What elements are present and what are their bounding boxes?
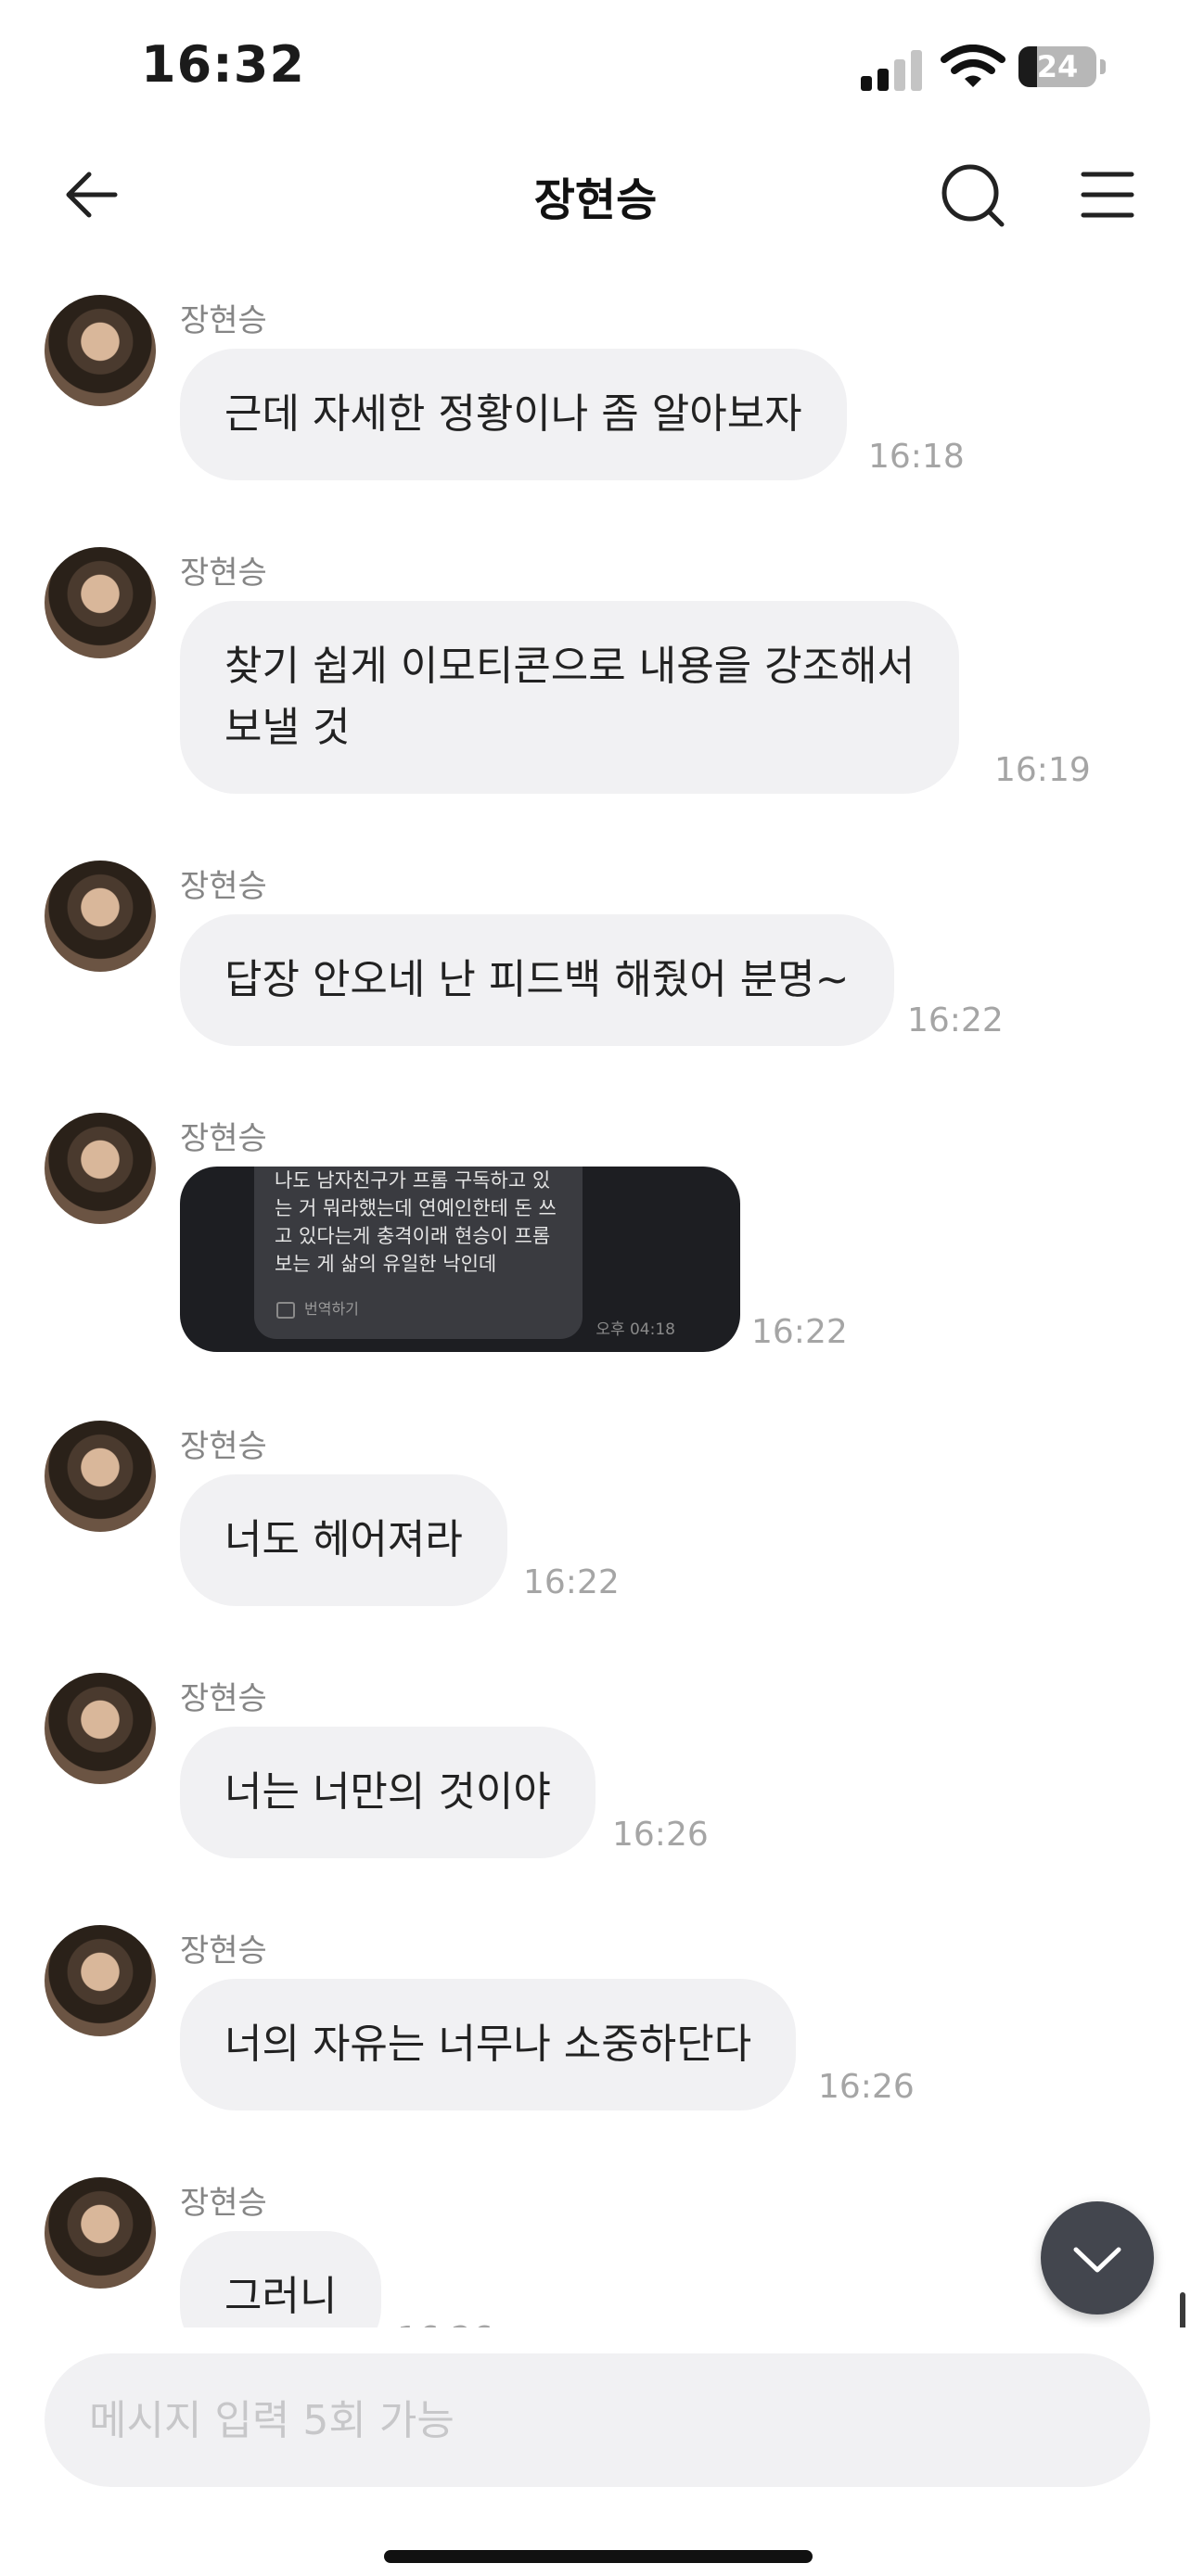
sender-name: 장현승 bbox=[180, 302, 267, 339]
battery-percent: 24 bbox=[1036, 49, 1079, 84]
message-time: 16:22 bbox=[751, 1313, 848, 1351]
image-message[interactable]: 나도 남자친구가 프롬 구독하고 있 는 거 뭐라했는데 연예인한테 돈 쓰 고… bbox=[180, 1167, 740, 1352]
avatar[interactable] bbox=[45, 1113, 156, 1224]
message-time: 16:22 bbox=[907, 1001, 1004, 1039]
message-time: 16:26 bbox=[612, 1816, 709, 1854]
translate-text: 번역하기 bbox=[304, 1300, 359, 1318]
input-area bbox=[0, 2327, 1191, 2576]
scroll-down-button[interactable] bbox=[1041, 2201, 1154, 2315]
avatar[interactable] bbox=[45, 547, 156, 658]
message-bubble[interactable]: 근데 자세한 정황이나 좀 알아보자 bbox=[180, 349, 847, 480]
message-bubble[interactable]: 답장 안오네 난 피드백 해줬어 분명~ bbox=[180, 914, 894, 1046]
message-bubble[interactable]: 너도 헤어져라 bbox=[180, 1474, 507, 1606]
status-time: 16:32 bbox=[141, 35, 305, 94]
screenshot-time: 오후 04:18 bbox=[596, 1320, 675, 1339]
message-time: 16:18 bbox=[868, 438, 965, 476]
message-time: 16:22 bbox=[523, 1563, 620, 1601]
sender-name: 장현승 bbox=[180, 868, 267, 905]
screenshot-bubble: 나도 남자친구가 프롬 구독하고 있 는 거 뭐라했는데 연예인한테 돈 쓰 고… bbox=[254, 1167, 583, 1339]
search-button[interactable] bbox=[935, 158, 1009, 232]
chevron-down-icon bbox=[1073, 2247, 1121, 2273]
message-input[interactable] bbox=[45, 2353, 1150, 2487]
message-time: 16:26 bbox=[818, 2068, 915, 2106]
avatar[interactable] bbox=[45, 2177, 156, 2289]
sender-name: 장현승 bbox=[180, 555, 267, 592]
avatar[interactable] bbox=[45, 295, 156, 406]
sender-name: 장현승 bbox=[180, 1680, 267, 1717]
avatar[interactable] bbox=[45, 1673, 156, 1784]
translate-label: 번역하기 bbox=[276, 1296, 359, 1319]
sender-name: 장현승 bbox=[180, 1932, 267, 1970]
message-bubble[interactable]: 너는 너만의 것이야 bbox=[180, 1727, 596, 1858]
sender-name: 장현승 bbox=[180, 1120, 267, 1157]
hamburger-menu-icon bbox=[1081, 172, 1134, 218]
message-bubble[interactable]: 너의 자유는 너무나 소중하단다 bbox=[180, 1979, 797, 2111]
battery-icon: 24 bbox=[1018, 46, 1096, 87]
sender-name: 장현승 bbox=[180, 2185, 267, 2222]
avatar[interactable] bbox=[45, 1421, 156, 1532]
wifi-icon bbox=[941, 45, 1005, 87]
avatar[interactable] bbox=[45, 1925, 156, 2036]
status-bar: 16:32 24 bbox=[0, 0, 1191, 139]
chat-title: 장현승 bbox=[533, 174, 658, 226]
message-bubble[interactable]: 찾기 쉽게 이모티콘으로 내용을 강조해서 보낼 것 bbox=[180, 601, 960, 794]
search-icon bbox=[941, 164, 1005, 227]
battery-cap bbox=[1100, 59, 1106, 74]
home-indicator[interactable] bbox=[384, 2550, 813, 2563]
menu-button[interactable] bbox=[1070, 158, 1145, 232]
avatar[interactable] bbox=[45, 861, 156, 972]
translate-icon bbox=[276, 1301, 295, 1319]
message-time: 16:19 bbox=[994, 751, 1091, 789]
chat-header: 장현승 bbox=[0, 139, 1191, 247]
cellular-signal-icon bbox=[861, 48, 926, 91]
sender-name: 장현승 bbox=[180, 1428, 267, 1465]
screenshot-text: 나도 남자친구가 프롬 구독하고 있 는 거 뭐라했는데 연예인한테 돈 쓰 고… bbox=[275, 1169, 557, 1275]
